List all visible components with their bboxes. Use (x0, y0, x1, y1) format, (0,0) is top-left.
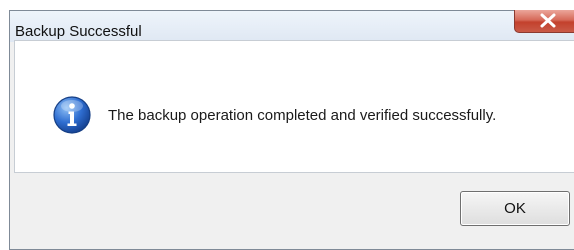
dialog-message: The backup operation completed and verif… (108, 107, 497, 124)
close-button[interactable] (514, 10, 574, 33)
info-icon (53, 96, 91, 134)
message-area: The backup operation completed and verif… (14, 40, 574, 173)
backup-successful-dialog: Backup Successful The backup operation c… (9, 10, 574, 250)
title-bar[interactable]: Backup Successful (10, 10, 574, 42)
button-bar: OK (14, 173, 574, 249)
close-icon (540, 13, 556, 28)
ok-button[interactable]: OK (460, 191, 570, 226)
dialog-title: Backup Successful (15, 23, 142, 40)
